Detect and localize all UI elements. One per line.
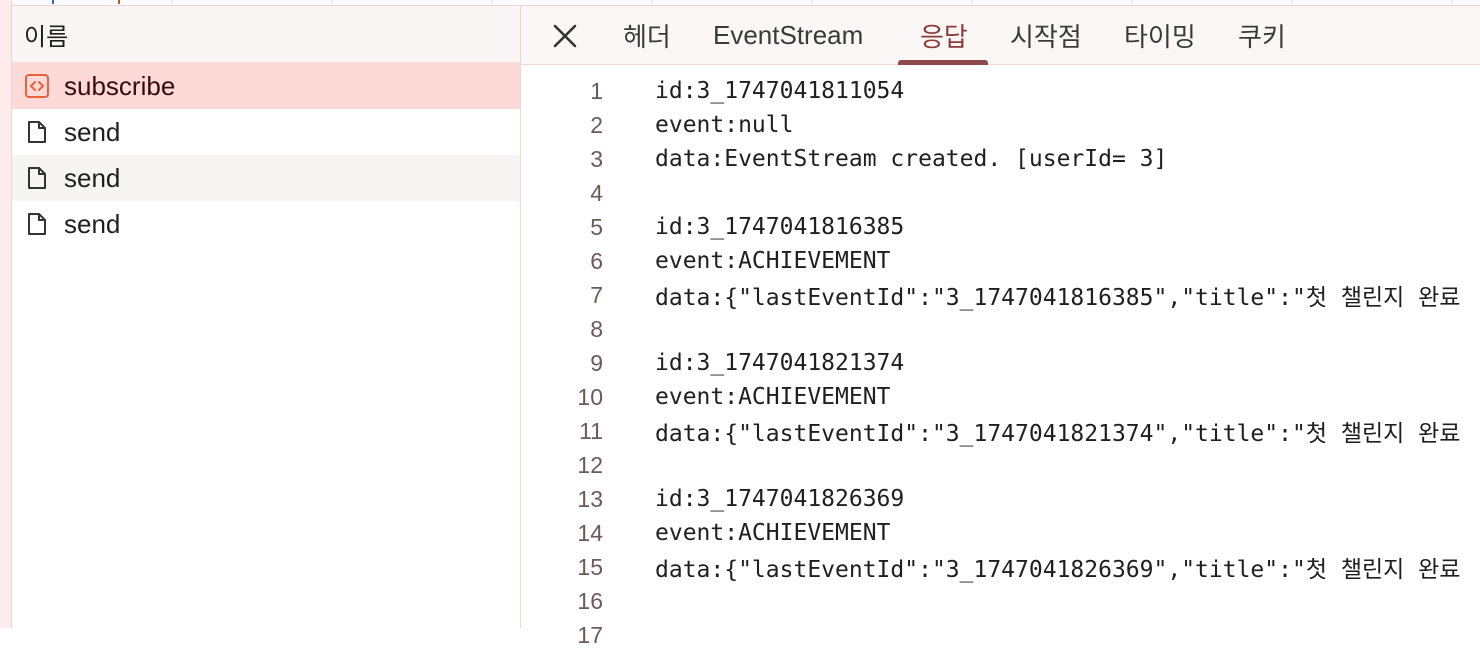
request-name: subscribe bbox=[64, 70, 176, 101]
request-name: send bbox=[64, 208, 121, 239]
tab-label: 쿠키 bbox=[1238, 21, 1286, 52]
line-text: data:{"lastEventId":"3_1747041826369","t… bbox=[655, 557, 1461, 583]
active-tab-indicator bbox=[898, 60, 988, 65]
detail-tabbar: 헤더 EventStream 응답 시작점 타이밍 쿠키 bbox=[521, 6, 1480, 65]
code-line: 4 bbox=[521, 176, 1480, 210]
tab-timing[interactable]: 타이밍 bbox=[1124, 6, 1196, 64]
document-icon bbox=[24, 165, 50, 191]
request-row-send[interactable]: send bbox=[12, 201, 520, 247]
request-name: send bbox=[64, 116, 121, 147]
line-number: 2 bbox=[590, 111, 603, 138]
line-text: id:3_1747041826369 bbox=[655, 486, 905, 512]
code-line: 10 event:ACHIEVEMENT bbox=[521, 380, 1480, 414]
code-line: 5 id:3_1747041816385 bbox=[521, 210, 1480, 244]
line-text: event:ACHIEVEMENT bbox=[655, 520, 891, 546]
line-number: 3 bbox=[590, 145, 603, 172]
code-line: 15 data:{"lastEventId":"3_1747041826369",… bbox=[521, 550, 1480, 584]
code-line: 14 event:ACHIEVEMENT bbox=[521, 516, 1480, 550]
document-icon bbox=[24, 119, 50, 145]
name-column-header[interactable]: 이름 bbox=[12, 6, 520, 63]
code-line: 7 data:{"lastEventId":"3_1747041816385","… bbox=[521, 278, 1480, 312]
code-line: 8 bbox=[521, 312, 1480, 346]
code-line: 12 bbox=[521, 448, 1480, 482]
code-line: 6 event:ACHIEVEMENT bbox=[521, 244, 1480, 278]
line-number: 14 bbox=[577, 519, 603, 546]
tab-response[interactable]: 응답 bbox=[920, 6, 968, 64]
tab-initiator[interactable]: 시작점 bbox=[1010, 6, 1082, 64]
code-line: 9 id:3_1747041821374 bbox=[521, 346, 1480, 380]
request-list-panel: 이름 subscribe send send send bbox=[12, 6, 521, 628]
line-text: data:{"lastEventId":"3_1747041821374","t… bbox=[655, 421, 1461, 447]
line-number: 8 bbox=[590, 315, 603, 342]
code-line: 16 bbox=[521, 584, 1480, 618]
line-text: event:null bbox=[655, 112, 794, 138]
line-text: data:EventStream created. [userId= 3] bbox=[655, 146, 1168, 172]
line-number: 7 bbox=[590, 281, 603, 308]
code-line: 11 data:{"lastEventId":"3_1747041821374",… bbox=[521, 414, 1480, 448]
code-line: 17 bbox=[521, 618, 1480, 652]
code-line: 2 event:null bbox=[521, 108, 1480, 142]
tab-headers[interactable]: 헤더 bbox=[623, 6, 671, 64]
document-icon bbox=[24, 211, 50, 237]
line-text: id:3_1747041816385 bbox=[655, 214, 905, 240]
line-text: data:{"lastEventId":"3_1747041816385","t… bbox=[655, 285, 1461, 311]
tab-label: EventStream bbox=[713, 19, 864, 50]
code-line: 3 data:EventStream created. [userId= 3] bbox=[521, 142, 1480, 176]
request-row-send[interactable]: send bbox=[12, 109, 520, 155]
line-number: 11 bbox=[579, 417, 603, 444]
response-viewer[interactable]: 1 id:3_1747041811054 2 event:null 3 data:Even… bbox=[521, 74, 1480, 652]
request-row-subscribe[interactable]: subscribe bbox=[12, 63, 520, 109]
tab-label: 시작점 bbox=[1010, 21, 1082, 52]
line-number: 13 bbox=[577, 485, 603, 512]
request-name: send bbox=[64, 162, 121, 193]
tab-label: 응답 bbox=[920, 21, 968, 52]
line-number: 12 bbox=[577, 451, 603, 478]
line-text: event:ACHIEVEMENT bbox=[655, 248, 891, 274]
line-number: 16 bbox=[577, 587, 603, 614]
line-number: 9 bbox=[590, 349, 603, 376]
line-number: 10 bbox=[577, 383, 603, 410]
line-number: 1 bbox=[590, 77, 603, 104]
line-text: id:3_1747041811054 bbox=[655, 78, 905, 104]
close-icon[interactable] bbox=[551, 22, 579, 50]
request-row-send[interactable]: send bbox=[12, 155, 520, 201]
tab-cookies[interactable]: 쿠키 bbox=[1238, 6, 1286, 64]
line-text: id:3_1747041821374 bbox=[655, 350, 905, 376]
line-number: 17 bbox=[577, 621, 603, 648]
request-detail-panel: 헤더 EventStream 응답 시작점 타이밍 쿠키 1 id:3_17470… bbox=[521, 6, 1480, 648]
panel-edge bbox=[0, 0, 12, 628]
name-column-label: 이름 bbox=[24, 23, 69, 51]
line-text: event:ACHIEVEMENT bbox=[655, 384, 891, 410]
eventstream-icon bbox=[24, 73, 50, 99]
code-line: 13 id:3_1747041826369 bbox=[521, 482, 1480, 516]
code-line: 1 id:3_1747041811054 bbox=[521, 74, 1480, 108]
line-number: 4 bbox=[590, 179, 603, 206]
tab-eventstream[interactable]: EventStream bbox=[713, 6, 863, 64]
line-number: 15 bbox=[577, 553, 603, 580]
line-number: 6 bbox=[590, 247, 603, 274]
line-number: 5 bbox=[590, 213, 603, 240]
tab-label: 타이밍 bbox=[1124, 21, 1196, 52]
tab-label: 헤더 bbox=[623, 21, 671, 52]
